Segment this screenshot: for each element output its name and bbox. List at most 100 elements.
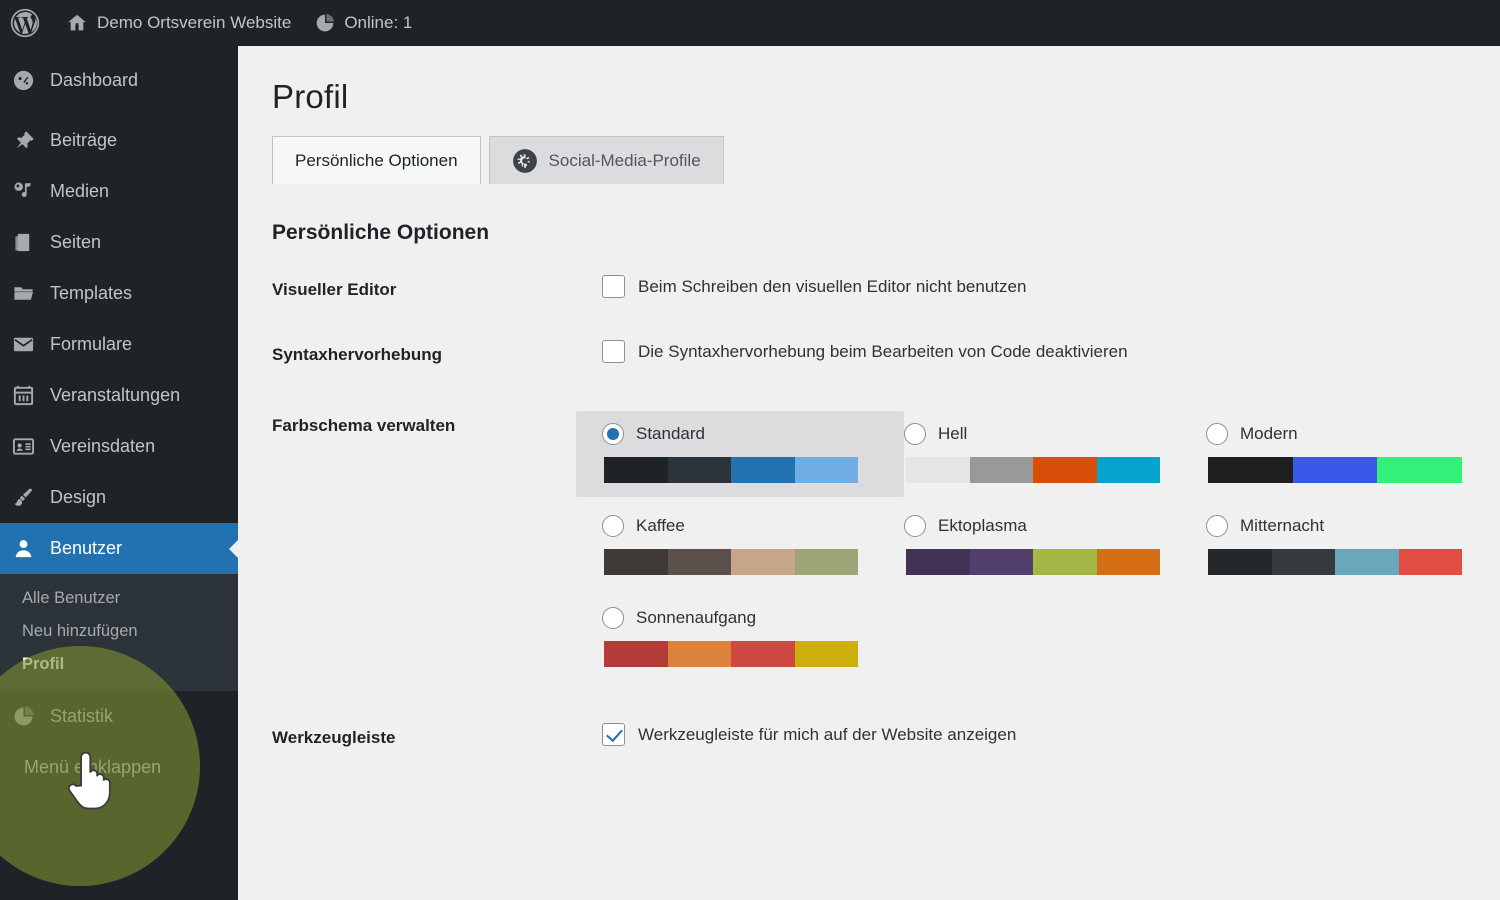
color-scheme-radio[interactable]: [602, 607, 624, 629]
color-scheme-radio[interactable]: [1206, 515, 1228, 537]
submenu-item-neu-hinzufuegen[interactable]: Neu hinzufügen: [0, 615, 238, 648]
sidebar-item-veranstaltungen[interactable]: Veranstaltungen: [0, 370, 238, 421]
online-count-menu[interactable]: Online: 1: [303, 0, 424, 46]
sidebar-item-label: Formulare: [50, 334, 133, 354]
color-scheme-label: Standard: [636, 424, 705, 443]
sidebar-item-label: Seiten: [50, 232, 102, 252]
sidebar-item-label: Benutzer: [50, 538, 123, 558]
tab-persoenliche-optionen[interactable]: Persönliche Optionen: [272, 136, 481, 184]
sidebar-item-formulare[interactable]: Formulare: [0, 319, 238, 370]
collapse-menu-label: Menü einklappen: [24, 756, 162, 777]
row-label: Visueller Editor: [272, 280, 397, 299]
sidebar-item-label: Design: [50, 487, 107, 507]
tab-label: Persönliche Optionen: [295, 150, 458, 170]
pie-chart-icon: [10, 704, 36, 730]
main-content: Profil Persönliche Optionen Social-Media…: [238, 46, 1500, 900]
sidebar-item-benutzer[interactable]: Benutzer: [0, 523, 239, 574]
color-scheme-swatches: [1208, 457, 1463, 483]
color-swatch: [1335, 549, 1399, 575]
online-count-label: Online: 1: [344, 13, 413, 32]
sidebar-item-label: Veranstaltungen: [50, 385, 181, 405]
color-scheme-label: Kaffee: [636, 516, 685, 535]
color-swatch: [969, 457, 1033, 483]
syntax-highlighting-checkbox-label: Die Syntaxhervorhebung beim Bearbeiten v…: [638, 341, 1128, 361]
color-swatch: [1377, 457, 1463, 483]
submenu-item-alle-benutzer[interactable]: Alle Benutzer: [0, 582, 238, 615]
page-title: Profil: [272, 78, 349, 115]
color-scheme-header: Ektoplasma: [904, 515, 1206, 537]
color-swatch: [1096, 457, 1160, 483]
sidebar-item-templates[interactable]: Templates: [0, 268, 238, 319]
site-name-menu[interactable]: Demo Ortsverein Website: [54, 0, 303, 46]
color-scheme-label: Mitternacht: [1240, 516, 1325, 535]
sidebar-item-seiten[interactable]: Seiten: [0, 217, 238, 268]
visual-editor-checkbox-label: Beim Schreiben den visuellen Editor nich…: [638, 276, 1027, 296]
row-label: Werkzeugleiste: [272, 728, 396, 747]
visual-editor-checkbox-row[interactable]: Beim Schreiben den visuellen Editor nich…: [602, 275, 1500, 298]
color-scheme-option-mitternacht[interactable]: Mitternacht: [1206, 503, 1500, 589]
color-swatch: [1398, 549, 1462, 575]
syntax-highlighting-checkbox[interactable]: [602, 340, 625, 363]
paintbrush-icon: [10, 485, 36, 511]
color-scheme-option-sonnenaufgang[interactable]: Sonnenaufgang: [602, 595, 904, 681]
sidebar-item-dashboard[interactable]: Dashboard: [0, 55, 238, 106]
sidebar-item-vereinsdaten[interactable]: Vereinsdaten: [0, 421, 238, 472]
profile-tabs: Persönliche Optionen Social-Media-Profil…: [238, 136, 1500, 184]
sidebar-item-medien[interactable]: Medien: [0, 166, 238, 217]
color-swatch: [1033, 457, 1097, 483]
sidebar-item-beitraege[interactable]: Beiträge: [0, 115, 238, 166]
color-scheme-option-modern[interactable]: Modern: [1206, 411, 1500, 497]
wordpress-logo-button[interactable]: [0, 0, 54, 46]
media-icon: [10, 179, 36, 205]
color-scheme-radio[interactable]: [904, 515, 926, 537]
sidebar-item-label: Medien: [50, 181, 110, 201]
color-scheme-swatches: [604, 549, 858, 575]
form-row-visual-editor: Visueller Editor Beim Schreiben den visu…: [238, 275, 1500, 300]
color-swatch: [604, 457, 668, 483]
color-swatch: [794, 457, 858, 483]
gear-plug-icon: [512, 148, 537, 173]
visual-editor-checkbox[interactable]: [602, 275, 625, 298]
sidebar-item-design[interactable]: Design: [0, 472, 238, 523]
toolbar-checkbox-label: Werkzeugleiste für mich auf der Website …: [638, 724, 1017, 744]
sidebar-item-label: Statistik: [50, 706, 114, 726]
submenu-item-profil[interactable]: Profil: [0, 648, 238, 681]
color-scheme-radio[interactable]: [602, 515, 624, 537]
calendar-icon: [10, 383, 36, 409]
sidebar-item-statistik[interactable]: Statistik: [0, 691, 238, 742]
syntax-highlighting-checkbox-row[interactable]: Die Syntaxhervorhebung beim Bearbeiten v…: [602, 340, 1500, 363]
color-swatch: [906, 549, 970, 575]
color-scheme-radio[interactable]: [904, 423, 926, 445]
tab-label: Social-Media-Profile: [548, 150, 701, 170]
toolbar-checkbox[interactable]: [602, 723, 625, 746]
color-swatch: [794, 549, 858, 575]
color-scheme-options: Standard Hell Modern Kaffee Ektoplasma Mitter…: [576, 411, 1500, 687]
tab-social-media-profile[interactable]: Social-Media-Profile: [488, 136, 724, 184]
id-card-icon: [10, 434, 36, 460]
color-scheme-swatches: [906, 457, 1160, 483]
color-scheme-radio[interactable]: [602, 423, 624, 445]
section-title: Persönliche Optionen: [272, 221, 490, 244]
admin-sidebar: Dashboard Beiträge Medien Seiten Templat…: [0, 46, 239, 900]
pie-chart-icon: [316, 14, 335, 32]
folder-icon: [10, 281, 36, 307]
color-swatch: [1271, 549, 1335, 575]
color-scheme-header: Mitternacht: [1206, 515, 1500, 537]
color-scheme-label: Ektoplasma: [938, 516, 1027, 535]
toolbar-checkbox-row[interactable]: Werkzeugleiste für mich auf der Website …: [602, 723, 1500, 746]
color-scheme-option-standard[interactable]: Standard: [576, 411, 904, 497]
color-scheme-radio[interactable]: [1206, 423, 1228, 445]
home-icon: [68, 14, 86, 31]
color-scheme-option-ektoplasma[interactable]: Ektoplasma: [904, 503, 1206, 589]
color-scheme-label: Modern: [1240, 424, 1298, 443]
active-menu-arrow: [229, 538, 239, 559]
color-scheme-label: Hell: [938, 424, 968, 443]
color-scheme-option-hell[interactable]: Hell: [904, 411, 1206, 497]
color-swatch: [604, 641, 668, 667]
collapse-menu-button[interactable]: Menü einklappen: [0, 742, 238, 795]
site-name-label: Demo Ortsverein Website: [97, 13, 292, 32]
color-scheme-option-kaffee[interactable]: Kaffee: [602, 503, 904, 589]
user-icon: [10, 536, 36, 562]
color-swatch: [667, 549, 731, 575]
sidebar-item-label: Vereinsdaten: [50, 436, 156, 456]
